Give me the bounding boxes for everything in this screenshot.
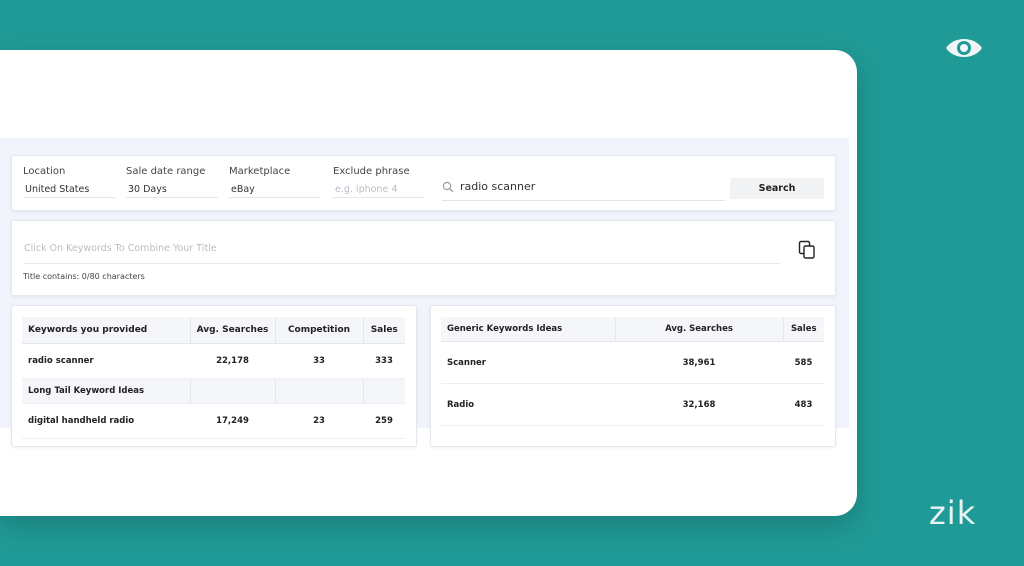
exclude-phrase-field[interactable]: Exclude phrase e.g. iphone 4 xyxy=(333,166,425,198)
location-field[interactable]: Location United States xyxy=(23,166,115,198)
app-content: Location United States Sale date range 3… xyxy=(0,138,849,447)
provided-keywords-table: Keywords you provided Avg. Searches Comp… xyxy=(22,317,405,439)
column-header-avg-searches[interactable]: Avg. Searches xyxy=(190,317,276,344)
sale-date-range-label: Sale date range xyxy=(126,166,206,177)
sale-date-range-field[interactable]: Sale date range 30 Days xyxy=(126,166,218,198)
column-header-keyword[interactable]: Keywords you provided xyxy=(22,317,191,344)
copy-icon[interactable] xyxy=(798,240,816,260)
keyword-cell[interactable]: radio scanner xyxy=(22,343,190,379)
keyword-cell[interactable]: Scanner xyxy=(441,341,615,384)
column-header-sales[interactable]: Sales xyxy=(783,317,824,342)
location-label: Location xyxy=(23,166,66,177)
exclude-phrase-input[interactable]: e.g. iphone 4 xyxy=(333,184,425,198)
sales-cell: 259 xyxy=(363,403,405,439)
marketplace-field[interactable]: Marketplace eBay xyxy=(229,166,321,198)
avg-searches-cell: 38,961 xyxy=(615,341,783,384)
table-row[interactable]: radio scanner 22,178 33 333 xyxy=(22,343,405,379)
section-title: Long Tail Keyword Ideas xyxy=(22,378,191,404)
section-empty-cell xyxy=(363,378,405,404)
sale-date-range-value[interactable]: 30 Days xyxy=(126,184,218,198)
competition-cell: 23 xyxy=(275,403,363,439)
section-empty-cell xyxy=(190,378,276,404)
column-header-avg-searches[interactable]: Avg. Searches xyxy=(615,317,784,342)
search-query: radio scanner xyxy=(460,180,536,193)
search-button[interactable]: Search xyxy=(730,178,824,199)
provided-keywords-panel: Keywords you provided Avg. Searches Comp… xyxy=(11,305,417,447)
keyword-cell[interactable]: Radio xyxy=(441,383,615,426)
brand-logo: zik xyxy=(929,494,977,532)
screenshot-card: Location United States Sale date range 3… xyxy=(0,50,857,516)
exclude-phrase-label: Exclude phrase xyxy=(333,166,410,177)
marketplace-label: Marketplace xyxy=(229,166,291,177)
generic-keywords-table: Generic Keywords Ideas Avg. Searches Sal… xyxy=(441,317,824,426)
title-character-counter: Title contains: 0/80 characters xyxy=(23,272,145,281)
generic-keywords-panel: Generic Keywords Ideas Avg. Searches Sal… xyxy=(430,305,836,447)
search-input[interactable]: radio scanner xyxy=(442,178,725,201)
title-input[interactable]: Click On Keywords To Combine Your Title xyxy=(24,243,780,264)
eye-icon xyxy=(946,39,982,57)
title-builder-panel: Click On Keywords To Combine Your Title … xyxy=(11,220,836,296)
column-header-sales[interactable]: Sales xyxy=(363,317,405,344)
marketplace-value[interactable]: eBay xyxy=(229,184,321,198)
sales-cell: 483 xyxy=(783,383,824,426)
column-header-generic-keyword[interactable]: Generic Keywords Ideas xyxy=(441,317,616,342)
table-row[interactable]: digital handheld radio 17,249 23 259 xyxy=(22,403,405,439)
search-icon xyxy=(442,181,454,193)
avg-searches-cell: 32,168 xyxy=(615,383,783,426)
table-row[interactable]: Scanner 38,961 585 xyxy=(441,341,824,384)
avg-searches-cell: 17,249 xyxy=(190,403,275,439)
sales-cell: 333 xyxy=(363,343,405,379)
table-row[interactable]: Radio 32,168 483 xyxy=(441,383,824,426)
section-empty-cell xyxy=(275,378,364,404)
location-value[interactable]: United States xyxy=(23,184,115,198)
column-header-competition[interactable]: Competition xyxy=(275,317,364,344)
section-row: Long Tail Keyword Ideas xyxy=(22,378,405,404)
sales-cell: 585 xyxy=(783,341,824,384)
table-header-row: Generic Keywords Ideas Avg. Searches Sal… xyxy=(441,317,824,342)
filters-panel: Location United States Sale date range 3… xyxy=(11,155,836,211)
avg-searches-cell: 22,178 xyxy=(190,343,275,379)
competition-cell: 33 xyxy=(275,343,363,379)
table-header-row: Keywords you provided Avg. Searches Comp… xyxy=(22,317,405,344)
keyword-cell[interactable]: digital handheld radio xyxy=(22,403,190,439)
